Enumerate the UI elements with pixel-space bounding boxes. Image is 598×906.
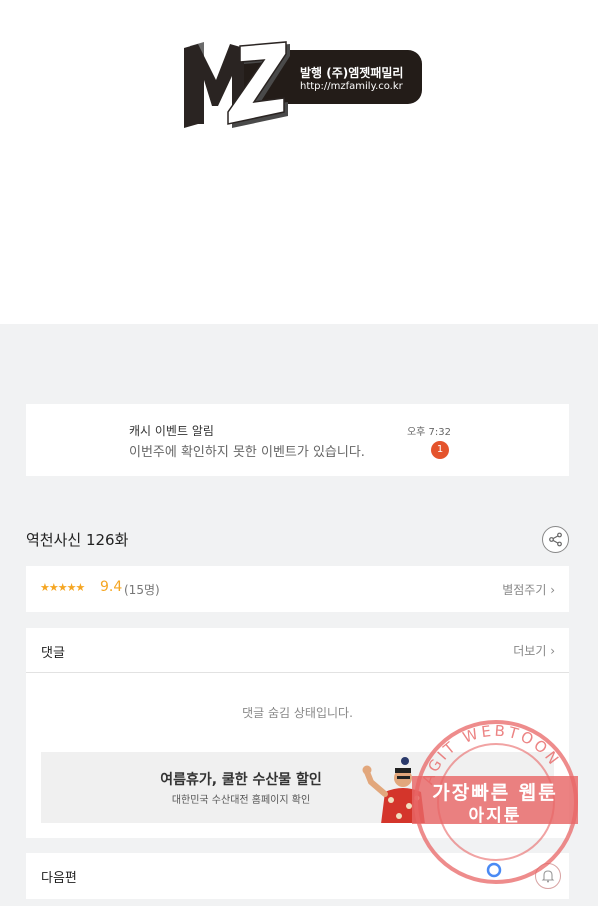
rating-count: (15명) xyxy=(124,583,160,597)
comments-header: 댓글 더보기 › xyxy=(26,628,569,673)
notification-time: 오후 7:32 xyxy=(406,427,451,438)
episode-title: 역천사신 126화 xyxy=(26,531,129,549)
comments-more-link[interactable]: 더보기 › xyxy=(513,642,555,659)
rating-stars: ★★★★★ xyxy=(40,581,85,594)
rating-score: 9.4 xyxy=(100,579,123,595)
share-button[interactable] xyxy=(542,526,569,553)
comments-hidden-message: 댓글 숨김 상태입니다. xyxy=(242,706,353,720)
bell-icon xyxy=(541,870,555,883)
cash-event-notification[interactable]: 캐시 이벤트 알림 이번주에 확인하지 못한 이벤트가 있습니다. 오후 7:3… xyxy=(26,404,569,476)
publisher-name: 발행 (주)엠젯패밀리 xyxy=(300,66,404,80)
comments-title: 댓글 xyxy=(41,646,65,661)
publisher-banner: 발행 (주)엠젯패밀리 http://mzfamily.co.kr xyxy=(0,0,598,324)
publisher-logo[interactable]: 발행 (주)엠젯패밀리 http://mzfamily.co.kr xyxy=(182,40,422,132)
mz-logo-icon xyxy=(184,41,290,128)
notification-title: 캐시 이벤트 알림 xyxy=(129,424,214,438)
notification-badge: 1 xyxy=(431,441,449,459)
rate-button[interactable]: 별점주기 › xyxy=(502,581,555,598)
notification-message: 이번주에 확인하지 못한 이벤트가 있습니다. xyxy=(129,445,365,460)
notify-bell-button[interactable] xyxy=(535,863,561,889)
watermark-text-line2: 아지툰 xyxy=(468,806,522,826)
publisher-url: http://mzfamily.co.kr xyxy=(300,81,403,92)
rating-bar: ★★★★★ 9.4 (15명) 별점주기 › xyxy=(26,566,569,612)
share-icon xyxy=(549,532,562,547)
next-episode-title: 다음편 xyxy=(41,871,77,886)
next-episode-bar[interactable]: 다음편 xyxy=(26,853,569,899)
